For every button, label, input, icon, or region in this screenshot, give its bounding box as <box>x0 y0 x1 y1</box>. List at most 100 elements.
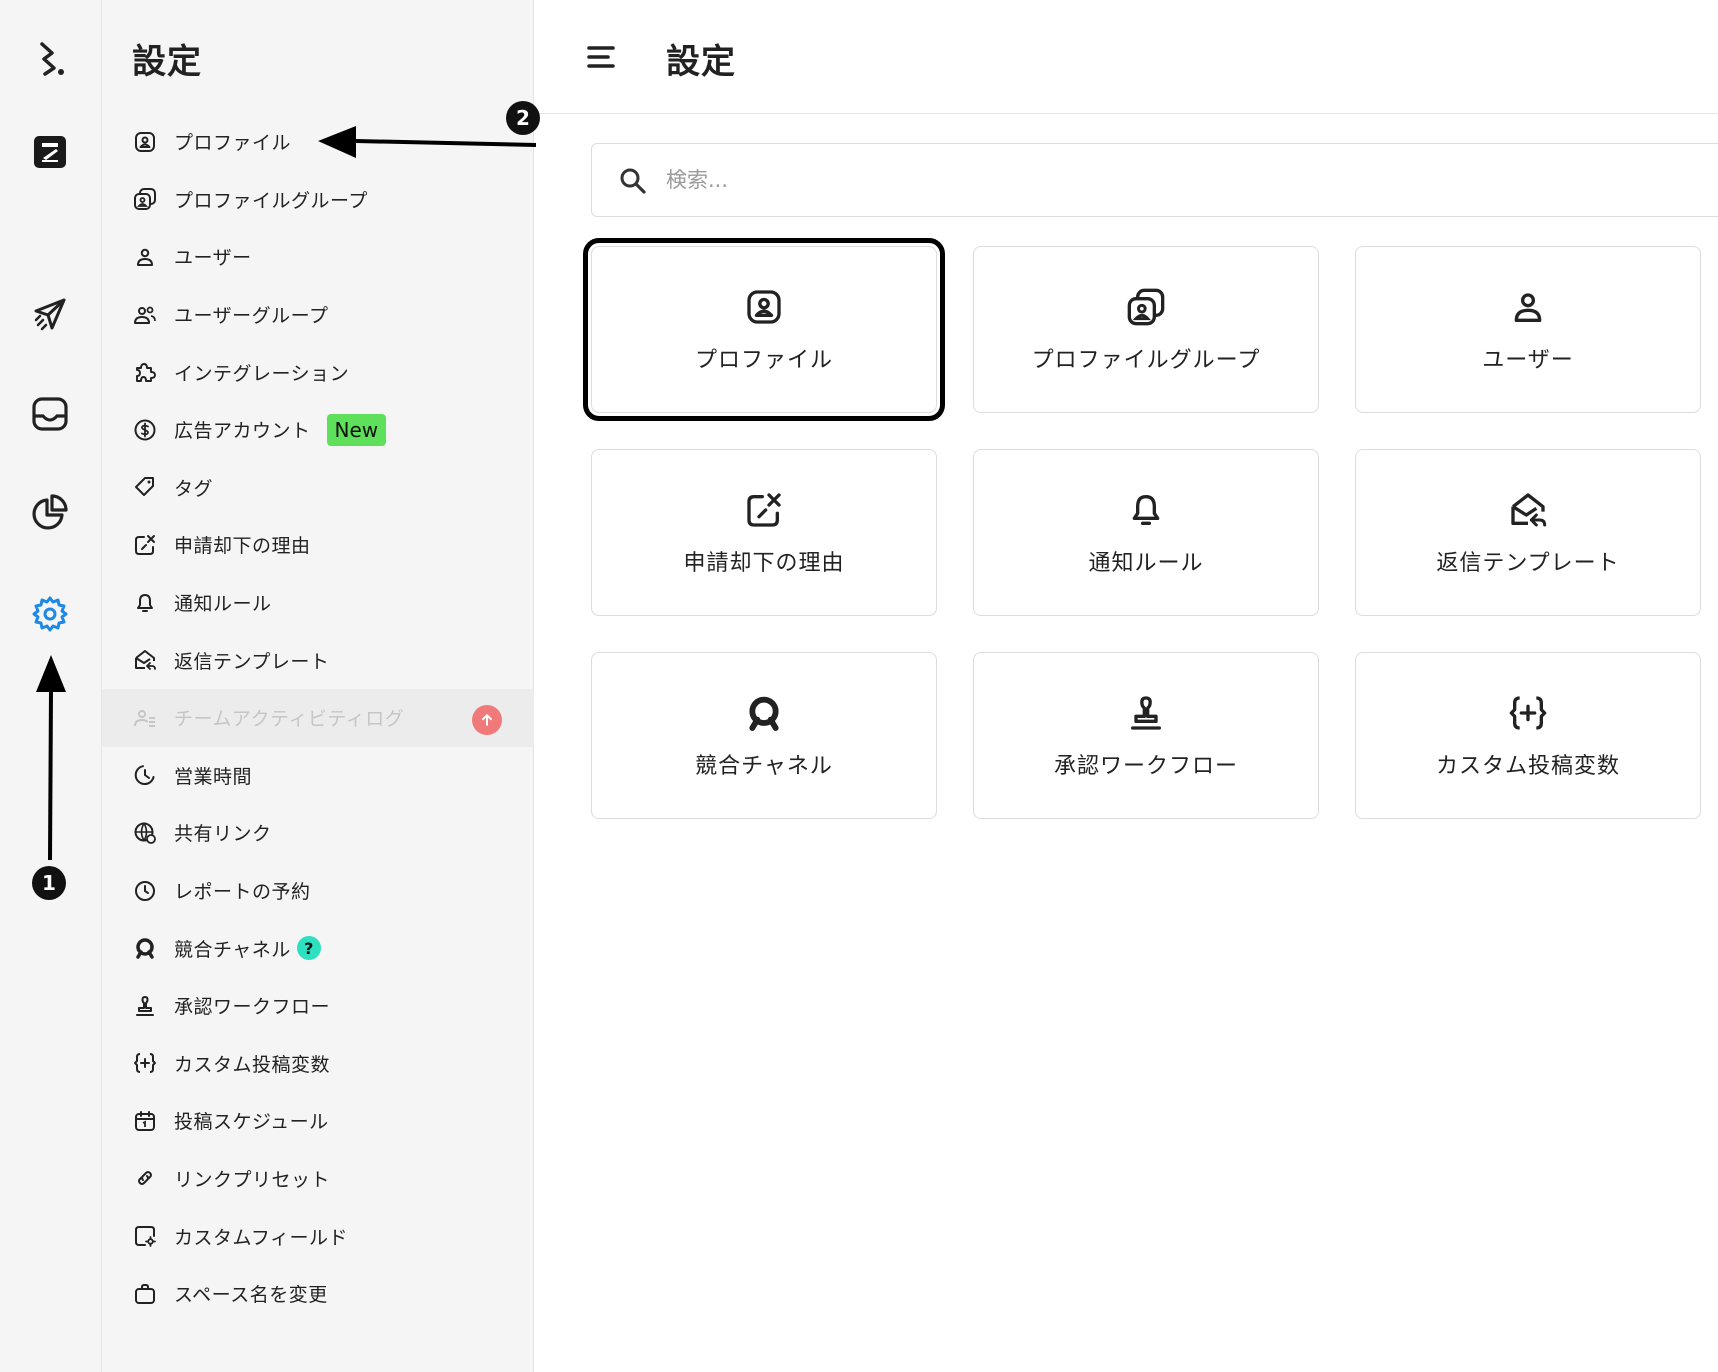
competitor-icon <box>743 692 785 734</box>
card-label: 返信テンプレート <box>1436 550 1620 576</box>
nav-item-approval-workflow[interactable]: 承認ワークフロー <box>102 977 534 1035</box>
card-label: 競合チャネル <box>695 753 833 779</box>
stamp-icon <box>132 993 158 1019</box>
nav-item-label: レポートの予約 <box>174 881 311 904</box>
search-box[interactable] <box>591 143 1718 217</box>
stamp-icon <box>1125 692 1167 734</box>
card-label: 申請却下の理由 <box>683 550 845 576</box>
nav-item-label: 返信テンプレート <box>174 650 330 673</box>
nav-item-custom-fields[interactable]: カスタムフィールド <box>102 1207 534 1265</box>
nav-item-label: 投稿スケジュール <box>174 1111 329 1134</box>
card-label: 承認ワークフロー <box>1053 753 1238 779</box>
profile-group-icon <box>132 186 158 212</box>
nav-item-label: プロファイル <box>174 132 292 155</box>
sidebar-title: 設定 <box>132 42 202 82</box>
nav-item-reject-reasons[interactable]: 申請却下の理由 <box>102 516 534 574</box>
competitor-icon <box>132 935 158 961</box>
search-input[interactable] <box>666 158 1566 202</box>
workspace-icon[interactable] <box>26 128 74 176</box>
nav-item-label: インテグレーション <box>174 362 350 385</box>
help-icon[interactable]: ? <box>296 936 321 961</box>
nav-item-notification-rules[interactable]: 通知ルール <box>102 574 534 632</box>
business-hours-icon <box>132 762 158 788</box>
settings-sidebar: 設定 プロファイル プロファイルグループ ユーザー ユーザーグループ インテグレ… <box>102 0 534 1372</box>
globe-link-icon <box>132 820 158 846</box>
inbox-icon[interactable] <box>26 390 74 438</box>
nav-item-label: 共有リンク <box>174 823 272 846</box>
card-label: カスタム投稿変数 <box>1435 753 1620 779</box>
search-icon <box>620 168 646 194</box>
card-profile-group[interactable]: プロファイルグループ <box>973 246 1319 413</box>
send-icon[interactable] <box>26 290 74 338</box>
nav-item-ad-accounts[interactable]: 広告アカウント New <box>102 401 534 459</box>
briefcase-icon <box>132 1281 158 1307</box>
nav-item-integrations[interactable]: インテグレーション <box>102 343 534 401</box>
nav-item-label: 申請却下の理由 <box>174 535 311 558</box>
nav-item-label: 営業時間 <box>174 765 253 788</box>
nav-item-competitor-channels[interactable]: 競合チャネル ? <box>102 919 534 977</box>
profile-icon <box>743 286 785 328</box>
card-label: プロファイル <box>694 347 833 373</box>
nav-item-team-activity-log: チームアクティビティログ <box>102 688 534 747</box>
nav-item-label: 承認ワークフロー <box>174 996 331 1019</box>
card-profile[interactable]: プロファイル <box>583 238 945 421</box>
card-approval-workflow[interactable]: 承認ワークフロー <box>973 652 1319 819</box>
nav-item-label: 競合チャネル <box>174 938 291 961</box>
card-notification-rules[interactable]: 通知ルール <box>973 449 1319 616</box>
bell-icon <box>132 590 158 616</box>
variable-icon <box>1507 692 1549 734</box>
tag-icon <box>132 474 158 500</box>
logo-icon[interactable] <box>26 34 74 82</box>
card-label: プロファイルグループ <box>1031 347 1261 373</box>
card-reply-templates[interactable]: 返信テンプレート <box>1355 449 1701 616</box>
nav-item-profile-group[interactable]: プロファイルグループ <box>102 171 534 229</box>
reply-template-icon <box>132 647 158 673</box>
calendar-icon <box>132 1108 158 1134</box>
card-custom-post-variables[interactable]: カスタム投稿変数 <box>1355 652 1701 819</box>
main-content: 設定 プロファイル プロファイルグループ ユーザー 申請却下の理由 通知ルール <box>534 0 1718 1372</box>
puzzle-icon <box>132 359 158 385</box>
nav-item-custom-post-variables[interactable]: カスタム投稿変数 <box>102 1035 534 1093</box>
top-bar: 設定 <box>534 0 1718 114</box>
nav-item-reply-templates[interactable]: 返信テンプレート <box>102 631 534 689</box>
reply-template-icon <box>1507 489 1549 531</box>
nav-item-users[interactable]: ユーザー <box>102 228 534 286</box>
nav-item-label: 広告アカウント <box>174 420 311 443</box>
nav-item-rename-space[interactable]: スペース名を変更 <box>102 1265 534 1323</box>
nav-item-label: プロファイルグループ <box>174 189 368 212</box>
menu-icon[interactable] <box>584 40 618 74</box>
card-label: ユーザー <box>1482 347 1574 373</box>
nav-item-tags[interactable]: タグ <box>102 459 534 517</box>
nav-item-label: チームアクティビティログ <box>174 708 405 731</box>
nav-item-user-groups[interactable]: ユーザーグループ <box>102 286 534 344</box>
nav-item-profile[interactable]: プロファイル <box>102 113 534 171</box>
link-icon <box>132 1165 158 1191</box>
card-label: 通知ルール <box>1088 550 1204 576</box>
user-icon <box>132 244 158 270</box>
card-reject-reasons[interactable]: 申請却下の理由 <box>591 449 937 616</box>
nav-item-label: カスタムフィールド <box>174 1226 348 1249</box>
nav-item-report-schedule[interactable]: レポートの予約 <box>102 862 534 920</box>
custom-field-icon <box>132 1223 158 1249</box>
nav-item-label: ユーザーグループ <box>174 305 329 328</box>
nav-item-label: ユーザー <box>174 247 252 270</box>
profile-icon <box>132 129 158 155</box>
settings-icon[interactable] <box>26 590 74 638</box>
nav-item-label: リンクプリセット <box>174 1168 331 1191</box>
nav-item-shared-links[interactable]: 共有リンク <box>102 804 534 862</box>
card-competitor-channels[interactable]: 競合チャネル <box>591 652 937 819</box>
card-users[interactable]: ユーザー <box>1355 246 1701 413</box>
dollar-icon <box>132 417 158 443</box>
analytics-icon[interactable] <box>26 488 74 536</box>
nav-item-label: スペース名を変更 <box>174 1284 328 1307</box>
nav-item-business-hours[interactable]: 営業時間 <box>102 747 534 805</box>
variable-icon <box>132 1050 158 1076</box>
nav-item-label: 通知ルール <box>174 593 272 616</box>
icon-rail <box>0 0 102 1372</box>
upgrade-icon[interactable] <box>472 704 502 735</box>
reject-icon <box>743 489 785 531</box>
bell-icon <box>1125 489 1167 531</box>
reject-icon <box>132 532 158 558</box>
nav-item-link-presets[interactable]: リンクプリセット <box>102 1150 534 1208</box>
nav-item-post-schedule[interactable]: 投稿スケジュール <box>102 1092 534 1150</box>
